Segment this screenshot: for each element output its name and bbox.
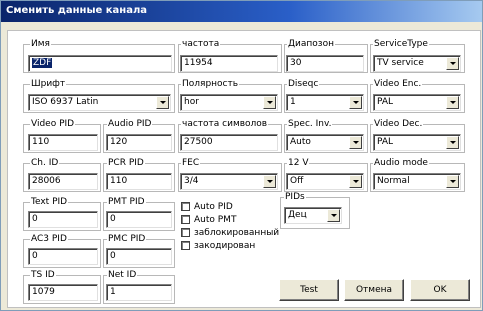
frequency-label: частота: [181, 39, 221, 49]
pmc-pid-input[interactable]: 0: [106, 248, 172, 265]
name-label: Имя: [30, 39, 51, 49]
video-pid-label: Video PID: [30, 119, 76, 129]
range-input[interactable]: 30: [286, 55, 364, 72]
chevron-down-icon[interactable]: [349, 96, 362, 109]
title-bar[interactable]: Сменить данные канала: [1, 1, 482, 22]
net-id-label: Net ID: [107, 270, 138, 280]
service-type-select[interactable]: TV service: [373, 55, 461, 72]
locked-checkbox[interactable]: заблокированный: [181, 228, 279, 239]
net-id-input[interactable]: 1: [106, 284, 172, 301]
spec-inv-select[interactable]: Auto: [286, 134, 364, 151]
diseqc-label: Diseqc: [287, 79, 320, 89]
chevron-down-icon[interactable]: [446, 96, 459, 109]
pmt-pid-input[interactable]: 0: [106, 211, 172, 228]
video-enc-select[interactable]: PAL: [373, 94, 461, 111]
chevron-down-icon[interactable]: [327, 209, 340, 222]
audio-mode-select[interactable]: Normal: [373, 173, 461, 190]
chevron-down-icon[interactable]: [349, 136, 362, 149]
ok-button[interactable]: OK: [410, 279, 470, 301]
video-pid-input[interactable]: 110: [28, 134, 98, 151]
ac3-pid-label: AC3 PID: [30, 234, 68, 244]
pmc-pid-label: PMC PID: [107, 234, 147, 244]
symbol-rate-input[interactable]: 27500: [180, 134, 278, 151]
ts-id-label: TS ID: [30, 270, 56, 280]
v12-select[interactable]: Off: [286, 173, 364, 190]
chevron-down-icon[interactable]: [263, 175, 276, 188]
pmt-pid-label: PMT PID: [107, 197, 146, 207]
cancel-button[interactable]: Отмена: [344, 279, 404, 301]
chevron-down-icon[interactable]: [446, 57, 459, 70]
channel-edit-dialog: Сменить данные канала Имя ZDF частота 11…: [0, 0, 483, 311]
text-pid-input[interactable]: 0: [28, 211, 98, 228]
font-label: Шрифт: [30, 79, 67, 89]
audio-mode-label: Audio mode: [373, 158, 429, 168]
pids-label: PIDs: [284, 192, 306, 202]
encrypted-checkbox[interactable]: закодирован: [181, 241, 255, 252]
font-select[interactable]: ISO 6937 Latin: [28, 94, 171, 111]
ch-id-input[interactable]: 28006: [28, 173, 98, 190]
content-panel: Имя ZDF частота 11954 Диапозон 30 Servic…: [7, 30, 481, 308]
checkbox-box[interactable]: [181, 202, 190, 211]
chevron-down-icon[interactable]: [263, 96, 276, 109]
auto-pmt-label: Auto PMT: [194, 215, 237, 225]
video-dec-label: Video Dec.: [373, 119, 424, 129]
audio-pid-input[interactable]: 120: [106, 134, 172, 151]
chevron-down-icon[interactable]: [446, 136, 459, 149]
checkbox-box[interactable]: [181, 228, 190, 237]
checkbox-box[interactable]: [181, 241, 190, 250]
fec-label: FEC: [181, 158, 201, 168]
window-title: Сменить данные канала: [6, 5, 148, 16]
name-input[interactable]: ZDF: [28, 55, 172, 72]
polarity-select[interactable]: hor: [180, 94, 278, 111]
text-pid-label: Text PID: [30, 197, 69, 207]
test-button[interactable]: Test: [279, 279, 339, 301]
auto-pid-label: Auto PID: [194, 202, 233, 212]
video-enc-label: Video Enc.: [373, 79, 423, 89]
encrypted-label: закодирован: [194, 241, 256, 251]
audio-pid-label: Audio PID: [107, 119, 153, 129]
pcr-pid-input[interactable]: 110: [106, 173, 172, 190]
ac3-pid-input[interactable]: 0: [28, 248, 98, 265]
ch-id-label: Ch. ID: [30, 158, 60, 168]
polarity-label: Полярность: [181, 79, 240, 89]
range-label: Диапозон: [287, 39, 335, 49]
pids-select[interactable]: Дец: [284, 207, 342, 224]
service-type-label: ServiceType: [373, 39, 429, 49]
ts-id-input[interactable]: 1079: [28, 284, 98, 301]
checkbox-box[interactable]: [181, 215, 190, 224]
spec-inv-label: Spec. Inv.: [287, 119, 333, 129]
video-dec-select[interactable]: PAL: [373, 134, 461, 151]
auto-pmt-checkbox[interactable]: Auto PMT: [181, 215, 236, 226]
diseqc-select[interactable]: 1: [286, 94, 364, 111]
pcr-pid-label: PCR PID: [107, 158, 145, 168]
v12-label: 12 V: [287, 158, 310, 168]
chevron-down-icon[interactable]: [349, 175, 362, 188]
auto-pid-checkbox[interactable]: Auto PID: [181, 202, 233, 213]
chevron-down-icon[interactable]: [156, 96, 169, 109]
symbol-rate-label: частота символов: [181, 119, 269, 129]
frequency-input[interactable]: 11954: [180, 55, 278, 72]
locked-label: заблокированный: [194, 228, 280, 238]
fec-select[interactable]: 3/4: [180, 173, 278, 190]
chevron-down-icon[interactable]: [446, 175, 459, 188]
